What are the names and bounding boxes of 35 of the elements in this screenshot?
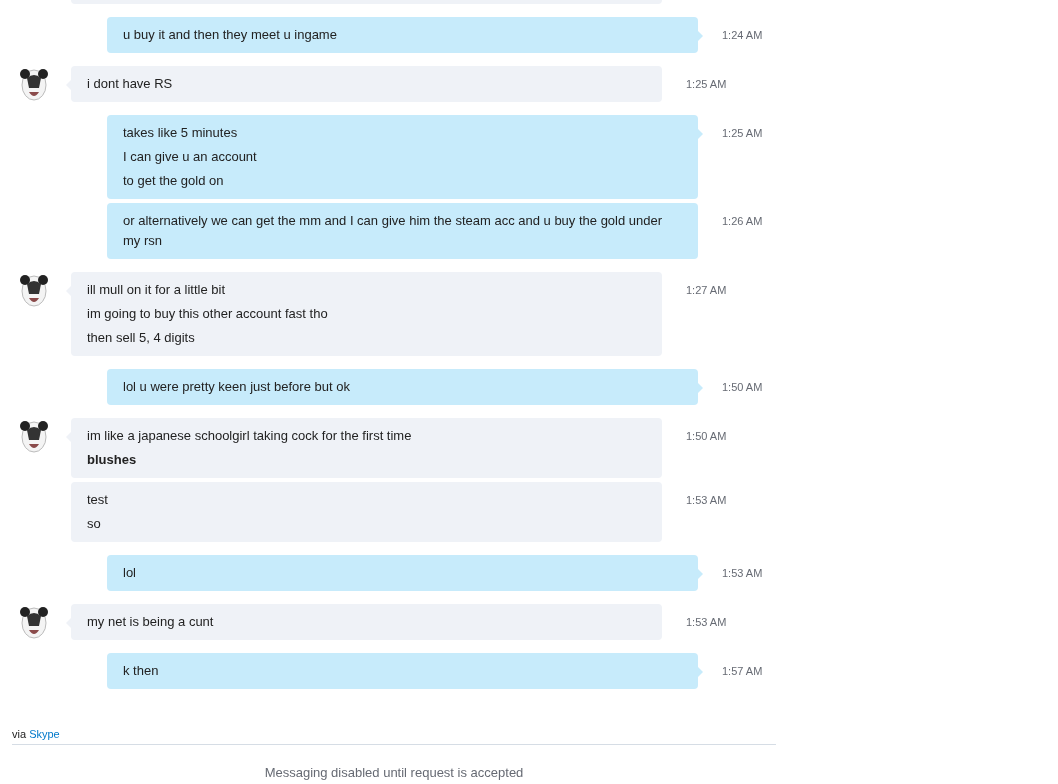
- message-text: lol u were pretty keen just before but ok: [123, 378, 351, 396]
- timestamp: 1:26 AM: [722, 215, 763, 228]
- avatar: [17, 272, 51, 308]
- timestamp: 1:25 AM: [686, 78, 727, 91]
- timestamp: 1:50 AM: [686, 430, 727, 443]
- message-text: im like a japanese schoolgirl taking cock for the first time: [87, 427, 413, 445]
- message-text: so: [87, 515, 102, 533]
- message-text: k then: [123, 662, 160, 680]
- message-text: to get the gold on: [123, 172, 225, 190]
- timestamp: 1:50 AM: [722, 381, 763, 394]
- message-text: lol: [123, 564, 137, 582]
- message-text: then sell 5, 4 digits: [87, 329, 196, 347]
- message-text: im going to buy this other account fast tho: [87, 305, 329, 323]
- via-label: via: [12, 728, 27, 740]
- message-text: ill mull on it for a little bit: [87, 281, 226, 299]
- message-text: i dont have RS: [87, 75, 174, 93]
- timestamp: 1:27 AM: [686, 284, 727, 297]
- message-text: or alternatively we can get the mm and I can give him the steam acc and u buy the gold under my rsn: [123, 212, 664, 250]
- messaging-disabled-notice: Messaging disabled until request is accepted: [264, 764, 524, 782]
- timestamp: 1:53 AM: [686, 494, 727, 507]
- message-text: my net is being a cunt: [87, 613, 215, 631]
- avatar: [17, 604, 51, 640]
- timestamp: 1:24 AM: [722, 29, 763, 42]
- message-text: I can give u an account: [123, 148, 258, 166]
- timestamp: 1:57 AM: [722, 665, 763, 678]
- avatar: [17, 66, 51, 102]
- message-text: test: [87, 491, 109, 509]
- timestamp: 1:53 AM: [686, 616, 727, 629]
- message-text: blushes: [87, 451, 138, 469]
- timestamp: 1:25 AM: [722, 127, 763, 140]
- message-text: u buy it and then they meet u ingame: [123, 26, 338, 44]
- message-text: takes like 5 minutes: [123, 124, 239, 142]
- timestamp: 1:53 AM: [722, 567, 763, 580]
- skype-link[interactable]: Skype: [29, 728, 60, 740]
- avatar: [17, 418, 51, 454]
